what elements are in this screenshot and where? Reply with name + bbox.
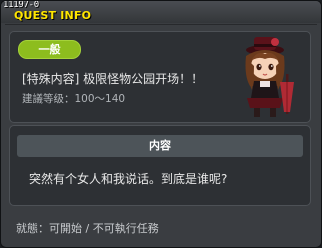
quest-status: 就態：可開始 / 不可執行任務 [16, 222, 159, 235]
quest-recommended-level: 建議等级：100～140 [22, 93, 126, 105]
quest-content-text: 突然有个女人和我说话。到底是谁呢? [29, 172, 228, 186]
title-divider [5, 24, 317, 25]
window-title: QUEST INFO [14, 9, 92, 22]
quest-content-panel: 内容 突然有个女人和我说话。到底是谁呢? [9, 125, 311, 206]
quest-name: [特殊内容] 极限怪物公园开场！！ [22, 72, 204, 86]
quest-info-window: 11197-0 QUEST INFO 一般 [特殊内容] 极限怪物公园开场！！ … [0, 0, 322, 248]
content-section-header: 内容 [17, 135, 303, 157]
title-bar[interactable]: 11197-0 QUEST INFO [1, 1, 321, 23]
npc-portrait-icon [245, 37, 294, 117]
quest-category-badge: 一般 [18, 40, 81, 59]
quest-summary-panel: 一般 [特殊内容] 极限怪物公园开场！！ 建議等级：100～140 [9, 31, 311, 123]
